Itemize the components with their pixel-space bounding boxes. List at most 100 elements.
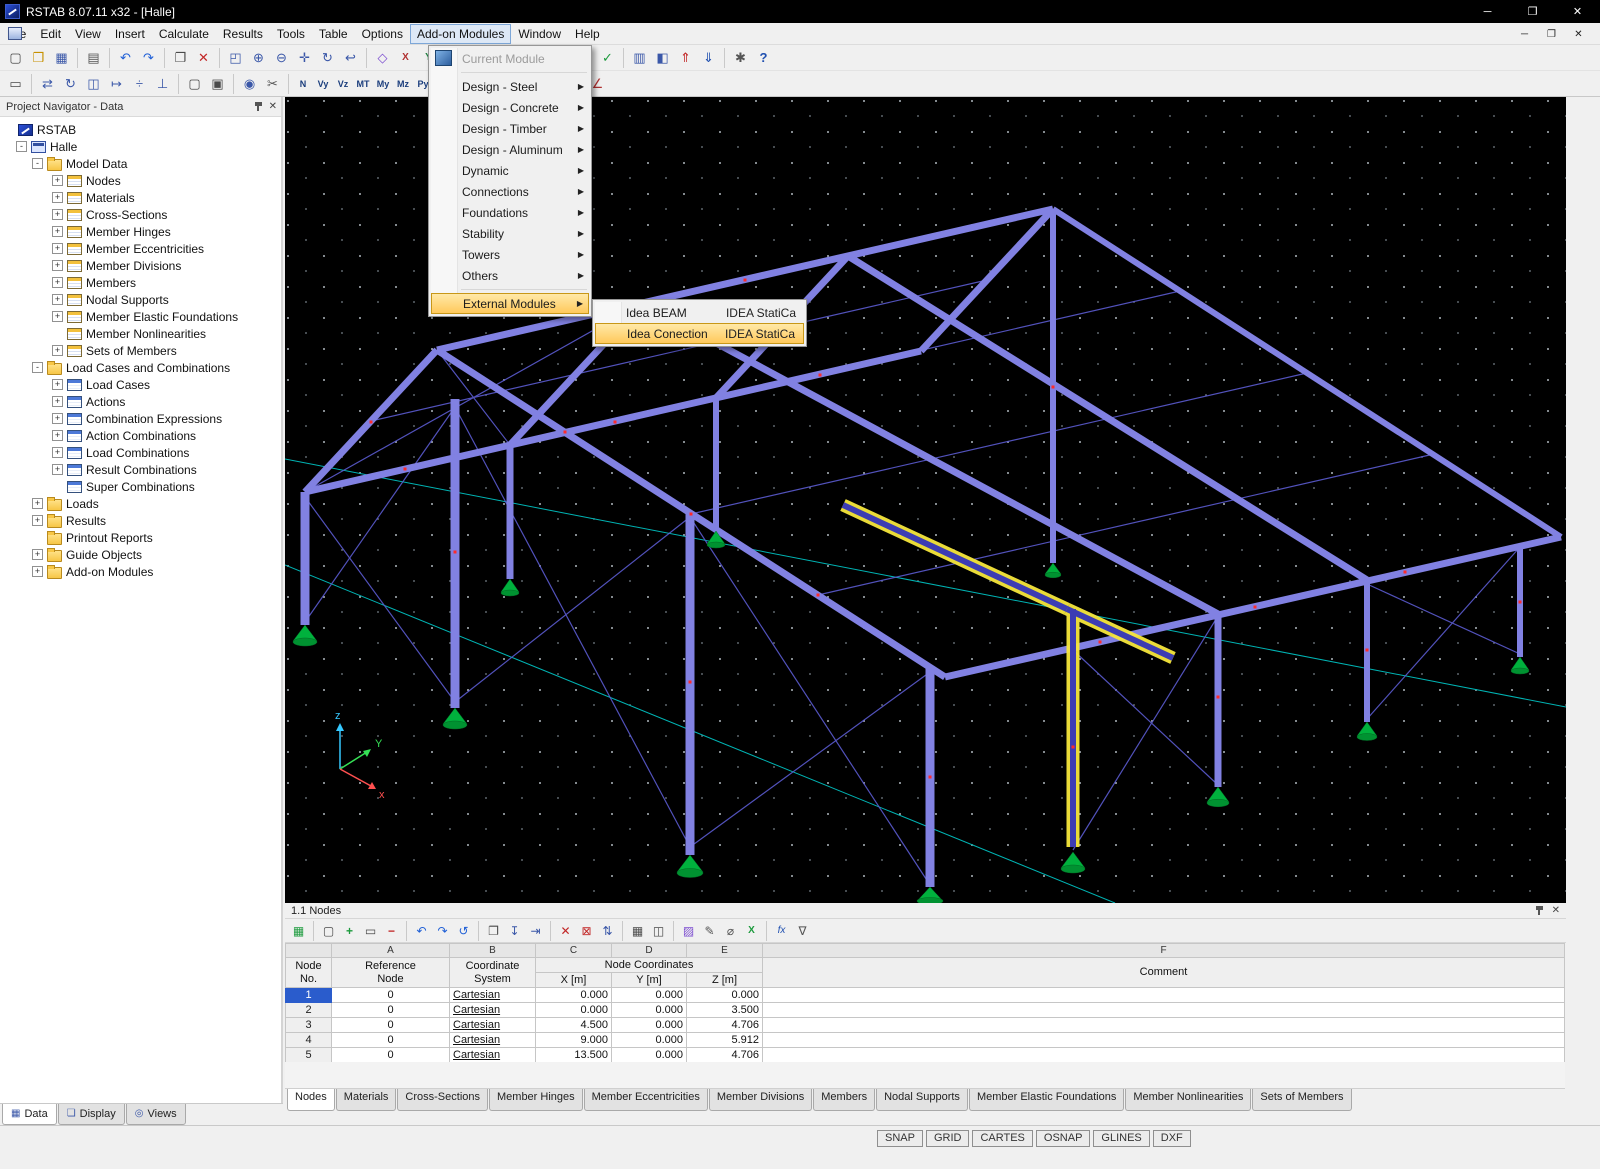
tree-expander[interactable]: - <box>32 158 43 169</box>
table-toggle-button[interactable]: ▥ <box>628 47 651 69</box>
tree-expander[interactable]: - <box>32 362 43 373</box>
undo-button[interactable]: ↶ <box>114 47 137 69</box>
comment-cell[interactable] <box>763 1018 1565 1033</box>
menu-options[interactable]: Options <box>355 24 410 44</box>
menu-item-connections[interactable]: Connections ▶ <box>431 181 589 202</box>
copy-row-button[interactable]: ❐ <box>483 921 504 941</box>
coordinate-system-cell[interactable]: Cartesian <box>450 1018 536 1033</box>
visibility-button[interactable]: ◉ <box>238 73 261 95</box>
fill-down-button[interactable]: ↧ <box>504 921 525 941</box>
menu-calculate[interactable]: Calculate <box>152 24 216 44</box>
comment-cell[interactable] <box>763 1048 1565 1063</box>
cut-row-button[interactable]: ⊠ <box>576 921 597 941</box>
move-copy-button[interactable]: ⇄ <box>36 73 59 95</box>
tree-item[interactable]: + Member Eccentricities <box>0 240 281 257</box>
table-tab[interactable]: Sets of Members <box>1252 1089 1351 1111</box>
refresh-table-button[interactable]: ↺ <box>453 921 474 941</box>
tree-item[interactable]: + Result Combinations <box>0 461 281 478</box>
menu-item-design-concrete[interactable]: Design - Concrete ▶ <box>431 97 589 118</box>
toggle-vy-button[interactable]: Vy <box>313 73 333 95</box>
submenu-item-idea-beam[interactable]: Idea BEAM IDEA StatiCa <box>595 302 804 323</box>
rotate-view-button[interactable]: ↻ <box>316 47 339 69</box>
comment-cell[interactable] <box>763 1033 1565 1048</box>
open-file-button[interactable]: ❒ <box>27 47 50 69</box>
connect-button[interactable]: ⊥ <box>151 73 174 95</box>
tree-item[interactable]: + Guide Objects <box>0 546 281 563</box>
tab-views[interactable]: ◎Views <box>126 1104 186 1125</box>
coordinate-system-cell[interactable]: Cartesian <box>450 1033 536 1048</box>
help-button[interactable]: ? <box>752 47 775 69</box>
undo-table-button[interactable]: ↶ <box>411 921 432 941</box>
child-restore-button[interactable]: ❐ <box>1538 25 1565 43</box>
units-button[interactable]: ⌀ <box>720 921 741 941</box>
menu-item-design-timber[interactable]: Design - Timber ▶ <box>431 118 589 139</box>
close-icon[interactable]: ✕ <box>1552 906 1560 916</box>
tree-expander[interactable]: + <box>52 277 63 288</box>
pan-button[interactable]: ✛ <box>293 47 316 69</box>
status-toggle[interactable]: GLINES <box>1093 1130 1149 1147</box>
rotate-button[interactable]: ↻ <box>59 73 82 95</box>
menu-item-others[interactable]: Others ▶ <box>431 265 589 286</box>
select-special-button[interactable]: ▣ <box>206 73 229 95</box>
close-icon[interactable]: ✕ <box>269 102 277 112</box>
menu-edit[interactable]: Edit <box>33 24 68 44</box>
close-button[interactable]: ✕ <box>1555 0 1600 23</box>
menu-addon-modules[interactable]: Add-on Modules <box>410 24 511 44</box>
navigator-toggle-button[interactable]: ◧ <box>651 47 674 69</box>
y-coordinate-cell[interactable]: 0.000 <box>612 1003 687 1018</box>
status-toggle[interactable]: DXF <box>1153 1130 1191 1147</box>
reference-node-cell[interactable]: 0 <box>332 988 450 1003</box>
select-rows-button[interactable]: ▢ <box>318 921 339 941</box>
tree-item[interactable]: + Action Combinations <box>0 427 281 444</box>
z-coordinate-cell[interactable]: 0.000 <box>687 988 763 1003</box>
table-tab[interactable]: Nodal Supports <box>876 1089 968 1111</box>
copy-button[interactable]: ❐ <box>169 47 192 69</box>
tree-expander[interactable]: - <box>16 141 27 152</box>
column-letter[interactable]: B <box>450 944 536 958</box>
color-scale-button[interactable]: ▨ <box>678 921 699 941</box>
comment-cell[interactable] <box>763 988 1565 1003</box>
menu-item-stability[interactable]: Stability ▶ <box>431 223 589 244</box>
tree-item[interactable]: Super Combinations <box>0 478 281 495</box>
reference-node-cell[interactable]: 0 <box>332 1003 450 1018</box>
column-letter[interactable]: C <box>536 944 612 958</box>
tree-expander[interactable]: + <box>32 515 43 526</box>
table-tab[interactable]: Member Elastic Foundations <box>969 1089 1124 1111</box>
row-header-cell[interactable]: 1 <box>286 988 332 1003</box>
tree-item[interactable]: + Add-on Modules <box>0 563 281 580</box>
divide-button[interactable]: ÷ <box>128 73 151 95</box>
tree-item[interactable]: + Combination Expressions <box>0 410 281 427</box>
column-letter[interactable]: F <box>763 944 1565 958</box>
pin-icon[interactable] <box>1535 906 1544 916</box>
table-tab[interactable]: Members <box>813 1089 875 1111</box>
tree-item[interactable]: + Actions <box>0 393 281 410</box>
x-coordinate-cell[interactable]: 0.000 <box>536 1003 612 1018</box>
x-coordinate-cell[interactable]: 4.500 <box>536 1018 612 1033</box>
coordinate-system-cell[interactable]: Cartesian <box>450 988 536 1003</box>
tree-item[interactable]: - Load Cases and Combinations <box>0 359 281 376</box>
empty-row-button[interactable]: ▭ <box>360 921 381 941</box>
tree-item[interactable]: + Load Combinations <box>0 444 281 461</box>
table-tab[interactable]: Materials <box>336 1089 397 1111</box>
menu-item-foundations[interactable]: Foundations ▶ <box>431 202 589 223</box>
status-toggle[interactable]: CARTES <box>972 1130 1032 1147</box>
y-coordinate-cell[interactable]: 0.000 <box>612 1033 687 1048</box>
new-file-button[interactable]: ▢ <box>4 47 27 69</box>
row-header-cell[interactable]: 5 <box>286 1048 332 1063</box>
split-table-button[interactable]: ◫ <box>648 921 669 941</box>
tree-item[interactable]: + Results <box>0 512 281 529</box>
toggle-mz-button[interactable]: Mz <box>393 73 413 95</box>
clip-button[interactable]: ✂ <box>261 73 284 95</box>
menu-item-dynamic[interactable]: Dynamic ▶ <box>431 160 589 181</box>
tree-expander[interactable]: + <box>52 447 63 458</box>
child-close-button[interactable]: ✕ <box>1565 25 1592 43</box>
menu-view[interactable]: View <box>68 24 108 44</box>
isometric-view-button[interactable]: ◇ <box>371 47 394 69</box>
tree-expander[interactable]: + <box>52 243 63 254</box>
tree-expander[interactable]: + <box>32 498 43 509</box>
delete-button[interactable]: ✕ <box>192 47 215 69</box>
tree-item[interactable]: Member Nonlinearities <box>0 325 281 342</box>
tree-expander[interactable]: + <box>52 175 63 186</box>
tree-expander[interactable]: + <box>52 464 63 475</box>
tree-item[interactable]: + Nodal Supports <box>0 291 281 308</box>
